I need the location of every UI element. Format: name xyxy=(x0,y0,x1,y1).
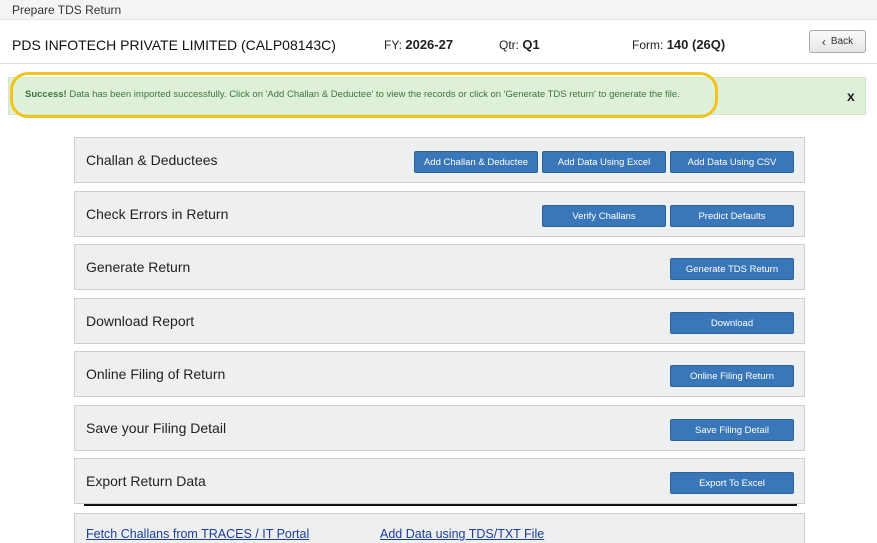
fy-value: 2026-27 xyxy=(405,37,454,52)
add-challan-deductee-button[interactable]: Add Challan & Deductee xyxy=(414,151,538,173)
download-button[interactable]: Download xyxy=(670,312,794,334)
qtr-label: Qtr: xyxy=(499,38,519,52)
generate-tds-return-button[interactable]: Generate TDS Return xyxy=(670,258,794,280)
back-button[interactable]: ‹ Back xyxy=(809,30,866,53)
chevron-left-icon: ‹ xyxy=(821,34,826,49)
qtr-value: Q1 xyxy=(522,37,540,52)
alert-message: Success! Data has been imported successf… xyxy=(25,89,680,100)
section-title: Save your Filing Detail xyxy=(86,420,227,436)
section-title: Online Filing of Return xyxy=(86,366,226,382)
online-filing-return-button[interactable]: Online Filing Return xyxy=(670,365,794,387)
section-divider xyxy=(84,504,797,506)
section-online-filing: Online Filing of Return Online Filing Re… xyxy=(74,351,805,397)
add-data-excel-button[interactable]: Add Data Using Excel xyxy=(542,151,666,173)
section-generate-return: Generate Return Generate TDS Return xyxy=(74,244,805,290)
section-export-return-data: Export Return Data Export To Excel xyxy=(74,458,805,504)
section-save-filing-detail: Save your Filing Detail Save Filing Deta… xyxy=(74,405,805,451)
close-icon[interactable]: x xyxy=(847,88,855,104)
additional-links-panel: Fetch Challans from TRACES / IT Portal A… xyxy=(74,513,805,543)
form-info: Form: 140 (26Q) xyxy=(632,37,725,52)
window-title: Prepare TDS Return xyxy=(12,3,122,17)
fetch-challans-link[interactable]: Fetch Challans from TRACES / IT Portal xyxy=(86,527,309,541)
fy-info: FY: 2026-27 xyxy=(384,37,453,52)
section-title: Export Return Data xyxy=(86,473,206,489)
section-challan-deductees: Challan & Deductees Add Challan & Deduct… xyxy=(74,137,805,183)
save-filing-detail-button[interactable]: Save Filing Detail xyxy=(670,419,794,441)
add-data-csv-button[interactable]: Add Data Using CSV xyxy=(670,151,794,173)
fy-label: FY: xyxy=(384,38,403,52)
export-to-excel-button[interactable]: Export To Excel xyxy=(670,472,794,494)
back-button-label: Back xyxy=(830,36,854,47)
form-label: Form: xyxy=(632,38,664,52)
section-title: Download Report xyxy=(86,313,195,329)
alert-body: Data has been imported successfully. Cli… xyxy=(66,89,680,100)
success-alert: Success! Data has been imported successf… xyxy=(8,77,866,115)
add-data-tds-txt-link[interactable]: Add Data using TDS/TXT File xyxy=(380,527,544,541)
section-check-errors: Check Errors in Return Verify Challans P… xyxy=(74,191,805,237)
company-name: PDS INFOTECH PRIVATE LIMITED (CALP08143C… xyxy=(12,37,336,53)
page-header: PDS INFOTECH PRIVATE LIMITED (CALP08143C… xyxy=(0,20,877,64)
qtr-info: Qtr: Q1 xyxy=(499,37,540,52)
alert-strong: Success! xyxy=(25,89,67,100)
section-download-report: Download Report Download xyxy=(74,298,805,344)
form-value: 140 (26Q) xyxy=(666,37,726,52)
predict-defaults-button[interactable]: Predict Defaults xyxy=(670,205,794,227)
section-title: Check Errors in Return xyxy=(86,206,229,222)
section-title: Challan & Deductees xyxy=(86,152,218,168)
window-titlebar: Prepare TDS Return xyxy=(0,0,877,20)
section-title: Generate Return xyxy=(86,259,191,275)
verify-challans-button[interactable]: Verify Challans xyxy=(542,205,666,227)
